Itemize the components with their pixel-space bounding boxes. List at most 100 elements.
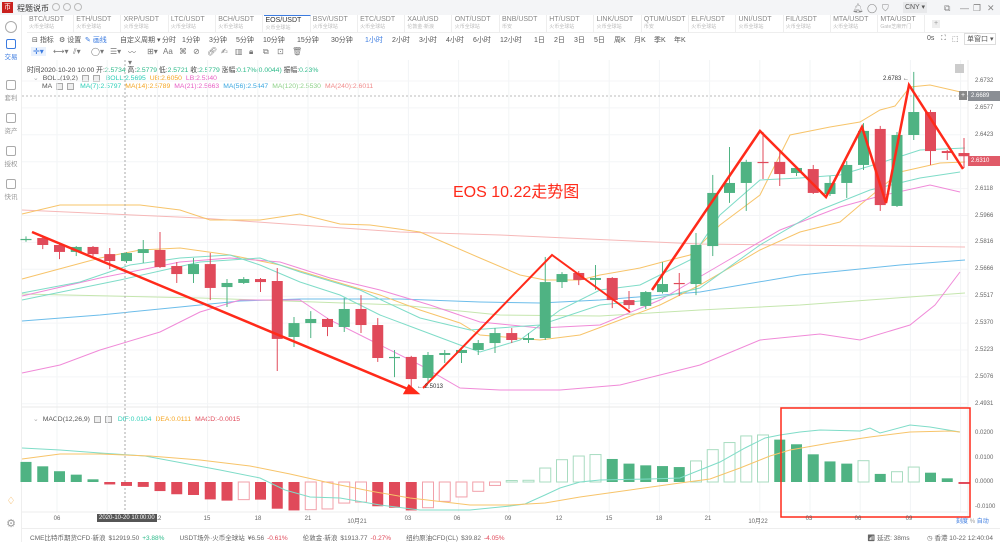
candle-body: [305, 318, 317, 324]
auto-toggle[interactable]: 自动: [977, 519, 989, 525]
ticker-name: USDT场外·火币全球站: [179, 535, 245, 542]
candle-body: [690, 244, 702, 285]
macd-bar: [907, 466, 920, 483]
indicator-lines: [21, 84, 966, 391]
ticker-item[interactable]: USDT场外·火币全球站 ¥6.56 -0.61%: [179, 535, 290, 542]
candle-body: [724, 182, 735, 193]
candle: [372, 318, 384, 362]
macd-bar: [723, 442, 736, 483]
scale-toggle[interactable]: 刻度: [956, 519, 968, 525]
candle: [271, 267, 283, 372]
candle-body: [271, 281, 283, 339]
macd-bar: [255, 482, 266, 500]
time-tick-label: 18: [254, 516, 262, 522]
candle-body: [188, 264, 199, 275]
candle-body: [422, 354, 434, 378]
candle-body: [657, 284, 668, 293]
macd-bar: [372, 482, 384, 507]
macd-bar: [20, 461, 32, 482]
candle: [121, 252, 132, 263]
high-marker-value: 2.6783: [883, 76, 902, 82]
macd-bar: [657, 466, 668, 482]
time-tick-label: 10月21: [347, 519, 367, 525]
price-tick-label: 2.5223: [975, 347, 994, 353]
candle-body: [137, 249, 149, 254]
ticker-item[interactable]: CME比特币期货CFD·新浪 $12919.50 +3.88%: [30, 535, 167, 542]
price-tick-label: 2.5370: [975, 320, 994, 327]
ticker-name: 纽约原油CFD(CL): [406, 535, 459, 542]
candle: [523, 333, 534, 344]
macd-bar: [288, 482, 300, 511]
price-tick-label: 2.5517: [975, 293, 994, 300]
macd-bar: [539, 467, 552, 483]
candle-body: [238, 279, 250, 283]
clock-value: 香港 10-22 12:40:04: [934, 535, 994, 542]
percent-toggle[interactable]: %: [970, 519, 975, 525]
ticker-item[interactable]: 纽约原油CFD(CL) $39.82 -4.05%: [406, 535, 508, 542]
candle-body: [288, 323, 300, 337]
candle-body: [539, 282, 551, 339]
macd-dif-line: [21, 424, 961, 511]
low-marker-value: 2.5013: [424, 384, 444, 390]
price-tick-label: 2.5666: [975, 266, 994, 273]
time-tick-label: 10月22: [748, 519, 768, 525]
macd-bar: [925, 472, 936, 482]
candle: [556, 272, 568, 288]
time-tick-label: 09: [905, 516, 913, 522]
current-price-tag: 2.6310: [968, 156, 1000, 166]
time-tick-label: 03: [805, 516, 813, 522]
price-tick-label: 2.6423: [975, 131, 994, 138]
candle-body: [841, 164, 853, 183]
macd-bar: [673, 467, 685, 482]
candle-body: [472, 343, 484, 350]
macd-dea-line: [21, 430, 961, 506]
candle-body: [204, 264, 216, 288]
macd-bar: [522, 479, 535, 483]
candle: [54, 244, 65, 260]
macd-bar: [706, 449, 719, 483]
macd-bar: [121, 482, 132, 486]
macd-bar: [505, 480, 518, 483]
ticker-change: -0.27%: [370, 535, 392, 542]
macd-bar: [422, 481, 434, 509]
ticker-price: ¥6.56: [247, 535, 265, 542]
macd-bar: [355, 481, 367, 503]
macd-bar: [556, 459, 568, 483]
time-tick-label: 12: [555, 516, 563, 522]
macd-tick-label: -0.0100: [975, 503, 996, 510]
macd-bar: [321, 481, 334, 510]
price-tick-label: 2.4931: [975, 400, 994, 407]
macd-bar: [774, 439, 786, 482]
kline-chart[interactable]: [0, 0, 1000, 542]
ticker-name: 伦敦金·新浪: [302, 535, 338, 542]
candle-body: [87, 246, 99, 255]
add-alert-button[interactable]: +: [959, 91, 967, 100]
ticker-item[interactable]: 伦敦金·新浪 $1913.77 -0.27%: [303, 535, 394, 542]
chart-settings-icon[interactable]: [955, 64, 964, 73]
ticker-price: $12919.50: [108, 535, 140, 542]
macd-bar: [472, 481, 485, 492]
annotation-title: EOS 10.22走势图: [453, 184, 580, 201]
status-bar: CME比特币期货CFD·新浪 $12919.50 +3.88% USDT场外·火币全球…: [22, 528, 1000, 542]
price-tick-label: 2.5966: [975, 212, 994, 219]
price-tick-label: 2.6577: [975, 104, 994, 111]
macd-bar: [70, 474, 82, 482]
candle-body: [171, 266, 183, 275]
candle-body: [405, 356, 417, 380]
candle: [707, 174, 719, 257]
candle: [489, 328, 501, 354]
macd-bar: [874, 473, 886, 482]
boll-lower-line: [21, 271, 961, 391]
time-tick-label: 06: [854, 516, 862, 522]
candle-body: [640, 292, 652, 306]
price-tick-label: 2.5076: [975, 373, 994, 380]
price-tick-label: 2.6118: [975, 185, 993, 192]
macd-bar: [958, 482, 970, 484]
macd-bar: [807, 454, 819, 482]
macd-bar: [438, 481, 451, 502]
time-tick-label: 15: [203, 516, 211, 522]
candle-body: [774, 161, 786, 175]
candle: [405, 355, 417, 388]
macd-bar: [824, 461, 836, 482]
macd-bar: [104, 482, 116, 485]
